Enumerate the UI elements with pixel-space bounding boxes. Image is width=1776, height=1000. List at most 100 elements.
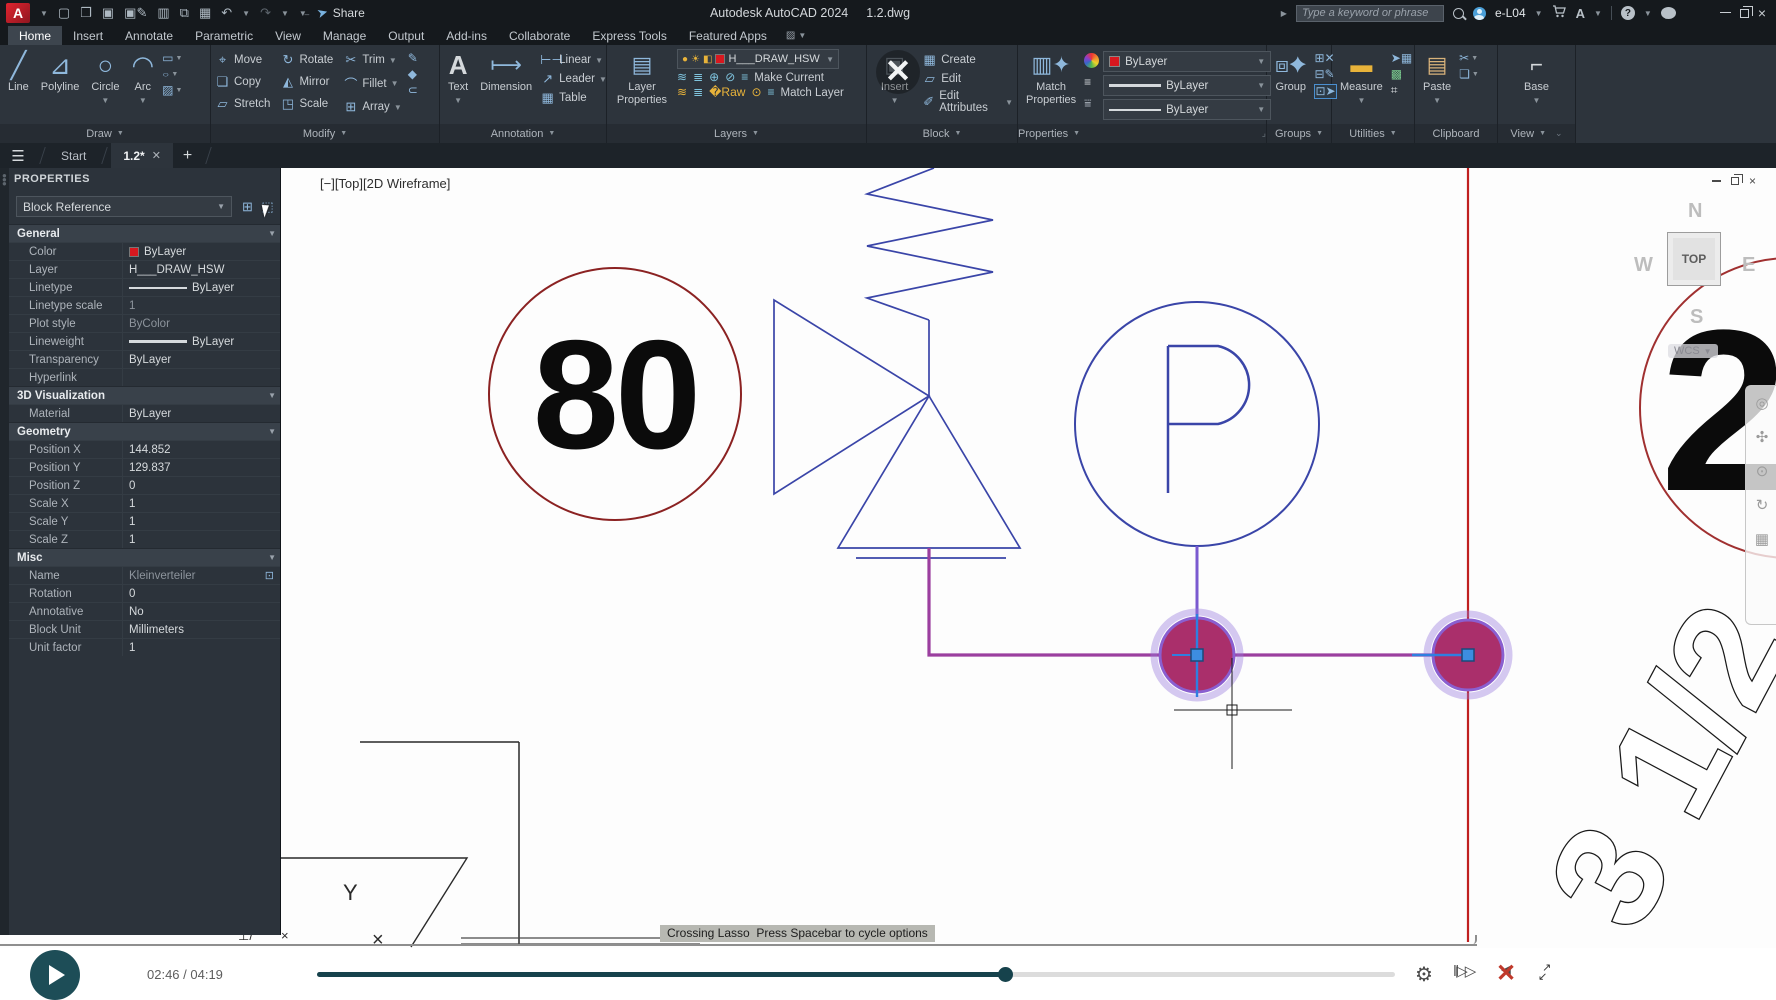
hatch-tool-icon[interactable]: ▨ ▼ xyxy=(162,84,182,97)
palette-grip-bar[interactable]: ●●● xyxy=(0,168,9,935)
line-button[interactable]: ╱Line xyxy=(4,49,33,96)
make-current-button[interactable]: Make Current xyxy=(754,72,824,84)
stretch-button[interactable]: ▱Stretch xyxy=(215,96,270,112)
minimize-button[interactable] xyxy=(1720,12,1731,14)
ribbon-tab-manage[interactable]: Manage xyxy=(312,26,377,45)
ribbon-tab-home[interactable]: Home xyxy=(8,26,62,45)
isolate-objects-icon[interactable]: ▩ xyxy=(1391,68,1412,81)
copy-clip-icon[interactable]: ❏ ▼ xyxy=(1459,68,1479,81)
lineweight-select[interactable]: ByLayer ▼ xyxy=(1103,75,1271,96)
drawing-restore-button[interactable] xyxy=(1731,177,1739,185)
search-input[interactable] xyxy=(1296,5,1444,22)
erase-icon[interactable]: ✎ xyxy=(408,52,418,65)
viewcube-west-label[interactable]: W xyxy=(1634,254,1653,277)
autodesk-caret-icon[interactable]: ▼ xyxy=(1594,9,1602,18)
undo-caret-icon[interactable]: ▼ xyxy=(242,9,250,18)
property-value[interactable]: ByLayer xyxy=(122,405,280,422)
ribbon-tab-output[interactable]: Output xyxy=(377,26,435,45)
menu-extra-dropdown[interactable]: ▨ ▼ xyxy=(778,26,814,45)
utilities-panel-label[interactable]: Utilities▼ xyxy=(1332,124,1414,143)
showmotion-icon[interactable]: ▦ xyxy=(1755,530,1769,548)
mute-icon[interactable]: ◄✕ xyxy=(1498,962,1514,979)
customize-qat-icon[interactable]: ▼̶ xyxy=(299,9,307,18)
property-value[interactable]: H___DRAW_HSW xyxy=(122,261,280,278)
share-button[interactable]: ➤ Share xyxy=(317,5,365,21)
new-file-icon[interactable]: ▢ xyxy=(58,5,70,21)
app-store-cart-icon[interactable] xyxy=(1552,5,1567,21)
arc-button[interactable]: ◠Arc▼ xyxy=(127,49,158,107)
user-avatar[interactable] xyxy=(1473,7,1486,20)
viewcube-north-label[interactable]: N xyxy=(1688,200,1702,223)
save-icon[interactable]: ▣ xyxy=(102,5,114,21)
object-color-select[interactable]: ByLayer ▼ xyxy=(1103,51,1271,72)
spring-symbol[interactable] xyxy=(867,168,993,320)
valve-triangle-up[interactable] xyxy=(838,396,1020,548)
ribbon-tab-insert[interactable]: Insert xyxy=(62,26,114,45)
layer-unlock2-icon[interactable]: ⊙ xyxy=(751,86,761,99)
create-block-button[interactable]: ▦Create xyxy=(922,52,1013,68)
property-value[interactable]: No xyxy=(122,603,280,620)
property-value[interactable]: 1 xyxy=(122,531,280,548)
property-value[interactable]: ByLayer xyxy=(122,279,280,296)
section-header-general[interactable]: General▼ xyxy=(9,224,280,242)
property-value[interactable]: 0 xyxy=(122,585,280,602)
section-header-misc[interactable]: Misc▼ xyxy=(9,548,280,566)
edit-block-button[interactable]: ▱Edit xyxy=(922,71,1013,87)
ribbon-tab-view[interactable]: View xyxy=(264,26,312,45)
object-type-select[interactable]: Block Reference ▼ xyxy=(16,196,232,217)
viewcube-top-face[interactable]: TOP xyxy=(1667,232,1721,286)
layer-lock-icon[interactable]: ⊘ xyxy=(725,71,735,84)
block-panel-label[interactable]: Block▼ xyxy=(867,124,1017,143)
tab-doc-1-2[interactable]: 1.2* ✕ xyxy=(111,143,173,168)
layer-off-icon[interactable]: ≋ xyxy=(677,71,687,84)
redo-icon[interactable]: ↷ xyxy=(260,5,271,21)
draw-panel-label[interactable]: Draw▼ xyxy=(0,124,210,143)
layer-dropdown[interactable]: ● ☀ ◧ H___DRAW_HSW ▼ xyxy=(677,49,839,69)
cut-icon[interactable]: ✂ ▼ xyxy=(1459,52,1479,65)
linear-button[interactable]: ⊢⊣Linear▼ xyxy=(540,52,607,68)
trim-button[interactable]: ✂Trim▼ xyxy=(343,52,401,68)
search-icon[interactable] xyxy=(1453,8,1464,19)
help-caret-icon[interactable]: ▼ xyxy=(1644,9,1652,18)
quick-select-icon[interactable]: ➤▦ xyxy=(1391,52,1412,65)
property-value[interactable]: Millimeters xyxy=(122,621,280,638)
ribbon-tab-parametric[interactable]: Parametric xyxy=(184,26,264,45)
open-file-icon[interactable]: ❒ xyxy=(80,5,92,21)
play-button[interactable] xyxy=(30,950,80,1000)
move-button[interactable]: ⌖Move xyxy=(215,52,270,68)
feedback-chat-icon[interactable] xyxy=(1661,7,1676,19)
grip-square-left[interactable] xyxy=(1191,649,1203,661)
ribbon-tab-express-tools[interactable]: Express Tools xyxy=(581,26,677,45)
orbit-icon[interactable]: ↻ xyxy=(1756,496,1769,514)
fullscreen-icon[interactable]: ↗↙ xyxy=(1538,964,1550,982)
rectangle-tool-icon[interactable]: ▭ ▼ xyxy=(162,52,182,65)
close-button[interactable]: × xyxy=(1758,5,1766,21)
offset-icon[interactable]: ⊂ xyxy=(408,84,418,97)
fillet-button[interactable]: ⌒Fillet▼ xyxy=(343,74,401,93)
zoom-extents-icon[interactable]: ⊙ xyxy=(1756,462,1769,480)
grip-square-right[interactable] xyxy=(1462,649,1474,661)
layer-properties-button[interactable]: ▤ Layer Properties xyxy=(611,49,673,108)
layer-walk-icon[interactable]: ≋ xyxy=(677,86,687,99)
color-wheel-icon[interactable] xyxy=(1084,53,1099,68)
layer-freeze-icon[interactable]: ⊕ xyxy=(709,71,719,84)
copy-button[interactable]: ❏Copy xyxy=(215,74,270,90)
new-tab-button[interactable]: + xyxy=(173,143,202,168)
section-header-geometry[interactable]: Geometry▼ xyxy=(9,422,280,440)
property-value[interactable]: ByLayer xyxy=(122,333,280,350)
autodesk-access-icon[interactable]: A xyxy=(1576,6,1585,21)
tab-start[interactable]: Start xyxy=(49,143,98,168)
user-menu-caret-icon[interactable]: ▼ xyxy=(1535,9,1543,18)
circle-button[interactable]: ○Circle▼ xyxy=(87,49,123,107)
property-value[interactable]: 1 xyxy=(122,513,280,530)
restore-button[interactable] xyxy=(1740,9,1749,18)
property-value[interactable]: 1 xyxy=(122,297,280,314)
property-value[interactable]: 0 xyxy=(122,477,280,494)
drawing-close-button[interactable]: × xyxy=(1749,176,1756,186)
settings-gear-icon[interactable]: ⚙ xyxy=(1415,962,1433,987)
linetype-list-icon[interactable]: ⩸ xyxy=(1084,97,1099,110)
viewport-controls-label[interactable]: [−][Top][2D Wireframe] xyxy=(320,176,450,191)
app-menu-caret-icon[interactable]: ▼ xyxy=(40,9,48,18)
viewcube-south-label[interactable]: S xyxy=(1690,306,1703,329)
property-value[interactable]: 129.837 xyxy=(122,459,280,476)
